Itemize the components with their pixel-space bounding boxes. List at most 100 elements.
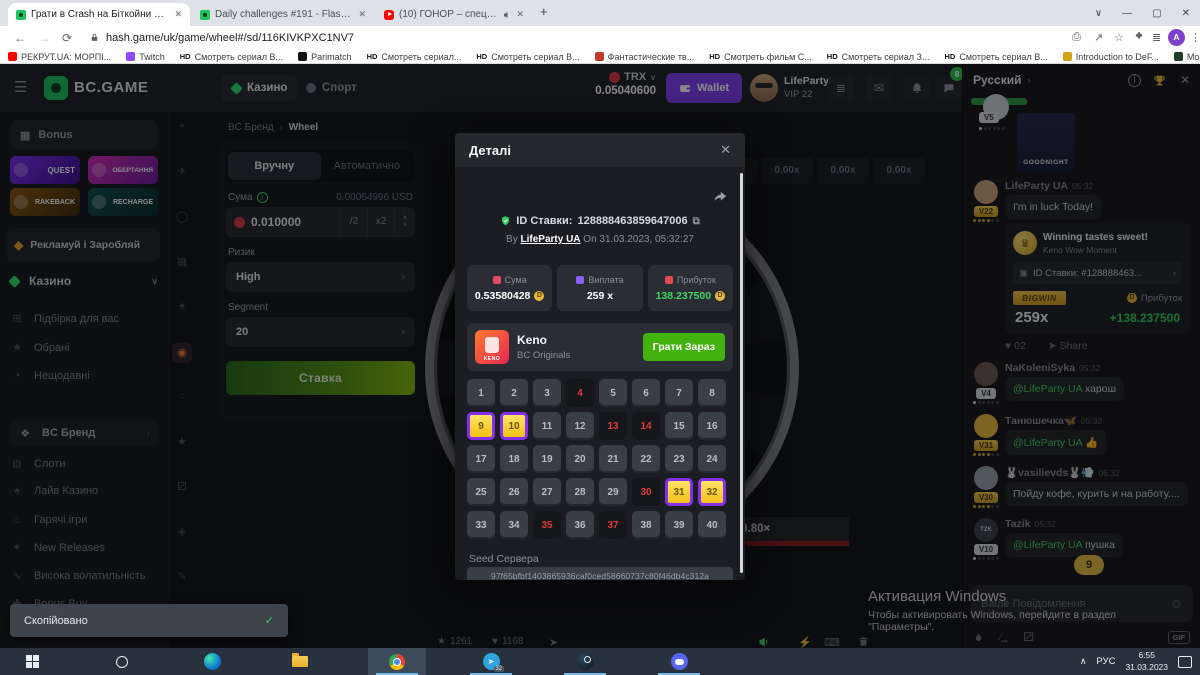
player-link[interactable]: LifeParty UA	[521, 234, 581, 245]
bookmark-star-icon[interactable]: ☆	[1114, 31, 1124, 44]
browser-tab[interactable]: Daily challenges #191 - Flash Ch✕	[192, 3, 374, 26]
tab-close-icon[interactable]: ✕	[174, 9, 182, 20]
stat-icon	[665, 276, 673, 284]
modal-close-icon[interactable]: ✕	[720, 142, 731, 158]
youtube-icon	[8, 52, 17, 61]
check-icon: ✓	[265, 614, 274, 627]
by-label: By	[506, 234, 518, 245]
keno-number: 2	[500, 379, 528, 407]
keno-number: 36	[566, 511, 594, 539]
folder-icon	[292, 656, 308, 667]
bookmark-item[interactable]: Фантастические тв...	[595, 52, 695, 62]
share-icon[interactable]: ↗	[1094, 31, 1103, 44]
tab-close-icon[interactable]: ✕	[358, 9, 366, 20]
start-button[interactable]	[10, 648, 54, 675]
bookmark-item[interactable]: Introduction to DeF...	[1063, 52, 1159, 62]
keno-number: 5	[599, 379, 627, 407]
keno-number: 28	[566, 478, 594, 506]
bookmark-item[interactable]: Twitch	[126, 52, 165, 62]
stat-сума: Сума0.53580428D	[467, 265, 552, 311]
keno-number: 20	[566, 445, 594, 473]
taskbar-edge[interactable]	[190, 648, 234, 675]
game-row: KENO Keno BC Originals Грати Зараз	[467, 323, 733, 371]
url-input[interactable]: hash.game/uk/game/wheel#/sd/116KIVKPXC1N…	[106, 32, 354, 44]
bookmark-item[interactable]: Parimatch	[298, 52, 352, 62]
tab-audio-icon[interactable]	[503, 11, 511, 19]
browser-profile-chevron-icon[interactable]: ∨	[1095, 8, 1102, 19]
search-icon	[116, 656, 128, 668]
keno-number: 21	[599, 445, 627, 473]
taskbar-explorer[interactable]	[278, 648, 322, 675]
keno-number-drawn: 35	[533, 511, 561, 539]
bookmark-label: Twitch	[139, 52, 165, 62]
keno-number: 25	[467, 478, 495, 506]
tab-close-icon[interactable]: ✕	[516, 9, 524, 20]
chrome-icon	[389, 654, 405, 670]
keno-number: 16	[698, 412, 726, 440]
hd-icon: HD	[709, 52, 720, 61]
tray-expand-icon[interactable]: ∧	[1080, 656, 1087, 667]
close-window-button[interactable]: ✕	[1182, 8, 1190, 19]
reload-button[interactable]: ⟳	[62, 31, 72, 45]
browser-avatar[interactable]: A	[1168, 29, 1185, 46]
stat-label: Виплата	[576, 275, 623, 285]
playlist-icon[interactable]: ≣	[1152, 31, 1161, 44]
on-label: On	[583, 234, 596, 245]
copy-icon[interactable]: ⧉	[693, 216, 700, 227]
game-name: Keno	[517, 333, 570, 347]
clock[interactable]: 6:55 31.03.2023	[1125, 650, 1168, 672]
modal-scrollbar[interactable]	[740, 173, 743, 573]
keno-number-drawn: 37	[599, 511, 627, 539]
bookmark-label: Смотреть фильм С...	[724, 52, 812, 62]
taskbar-telegram[interactable]: ➤32	[462, 648, 520, 675]
browser-tab[interactable]: (10) ГОНОР – спецоперація ✕	[376, 3, 532, 26]
notification-center-icon[interactable]	[1178, 656, 1192, 668]
extensions-icon[interactable]	[1134, 31, 1144, 41]
keno-number: 3	[533, 379, 561, 407]
bookmark-item[interactable]: HDСмотреть сериал В...	[476, 52, 579, 62]
windows-icon	[26, 655, 39, 668]
taskbar-discord[interactable]	[650, 648, 708, 675]
bookmark-item[interactable]: HDСмотреть сериал В...	[945, 52, 1048, 62]
bookmark-label: MonkeyTalks | On-c...	[1187, 52, 1200, 62]
new-tab-button[interactable]: +	[540, 4, 548, 19]
modal-share-icon[interactable]	[713, 191, 727, 203]
bookmark-item[interactable]: HD Смотреть фильм С...	[709, 52, 812, 62]
browser-tab[interactable]: Грати в Crash на Біткойни онлай✕	[8, 3, 190, 26]
browser-menu-icon[interactable]: ⋮	[1190, 31, 1200, 44]
maximize-button[interactable]: ▢	[1152, 8, 1161, 19]
bookmark-item[interactable]: РЕКРУТ.UA: МОРПІ...	[8, 52, 111, 62]
hd-icon: HD	[180, 52, 191, 61]
parimatch-icon	[298, 52, 307, 61]
stat-value: 0.53580428D	[475, 290, 544, 302]
tab-title: (10) ГОНОР – спецоперація	[399, 9, 498, 20]
keno-number: 18	[500, 445, 528, 473]
minimize-button[interactable]: —	[1122, 8, 1132, 19]
taskbar-steam[interactable]	[556, 648, 614, 675]
stat-value: 259 x	[587, 290, 613, 302]
taskbar-search[interactable]	[100, 648, 144, 675]
game-provider: BC Originals	[517, 350, 570, 361]
book-icon	[595, 52, 604, 61]
keno-number: 24	[698, 445, 726, 473]
server-seed-value[interactable]: 97f65bfbf1403865936caf0ced58660737c80f46…	[467, 567, 733, 580]
bookmark-item[interactable]: HDСмотреть сериал В...	[180, 52, 283, 62]
keno-game-icon[interactable]: KENO	[475, 330, 509, 364]
back-button[interactable]: ←	[14, 31, 26, 45]
bookmark-item[interactable]: MonkeyTalks | On-c...	[1174, 52, 1200, 62]
keno-number: 17	[467, 445, 495, 473]
send-to-device-icon[interactable]: ⎙	[1072, 31, 1081, 44]
bookmark-label: Introduction to DeF...	[1076, 52, 1159, 62]
forward-button[interactable]: →	[38, 31, 50, 45]
bookmarks-bar: РЕКРУТ.UA: МОРПІ... Twitch HDСмотреть сери…	[0, 50, 1200, 64]
taskbar-chrome[interactable]	[368, 648, 426, 675]
keno-number: 39	[665, 511, 693, 539]
address-bar: ← → ⟳ hash.game/uk/game/wheel#/sd/116KIV…	[0, 26, 1200, 50]
keno-number: 38	[632, 511, 660, 539]
language-indicator[interactable]: РУС	[1096, 656, 1115, 667]
bookmark-item[interactable]: HDСмотреть сериал З...	[827, 52, 930, 62]
bookmark-item[interactable]: HDСмотреть сериал...	[367, 52, 462, 62]
keno-number: 12	[566, 412, 594, 440]
keno-number: 34	[500, 511, 528, 539]
play-now-button[interactable]: Грати Зараз	[643, 333, 725, 361]
